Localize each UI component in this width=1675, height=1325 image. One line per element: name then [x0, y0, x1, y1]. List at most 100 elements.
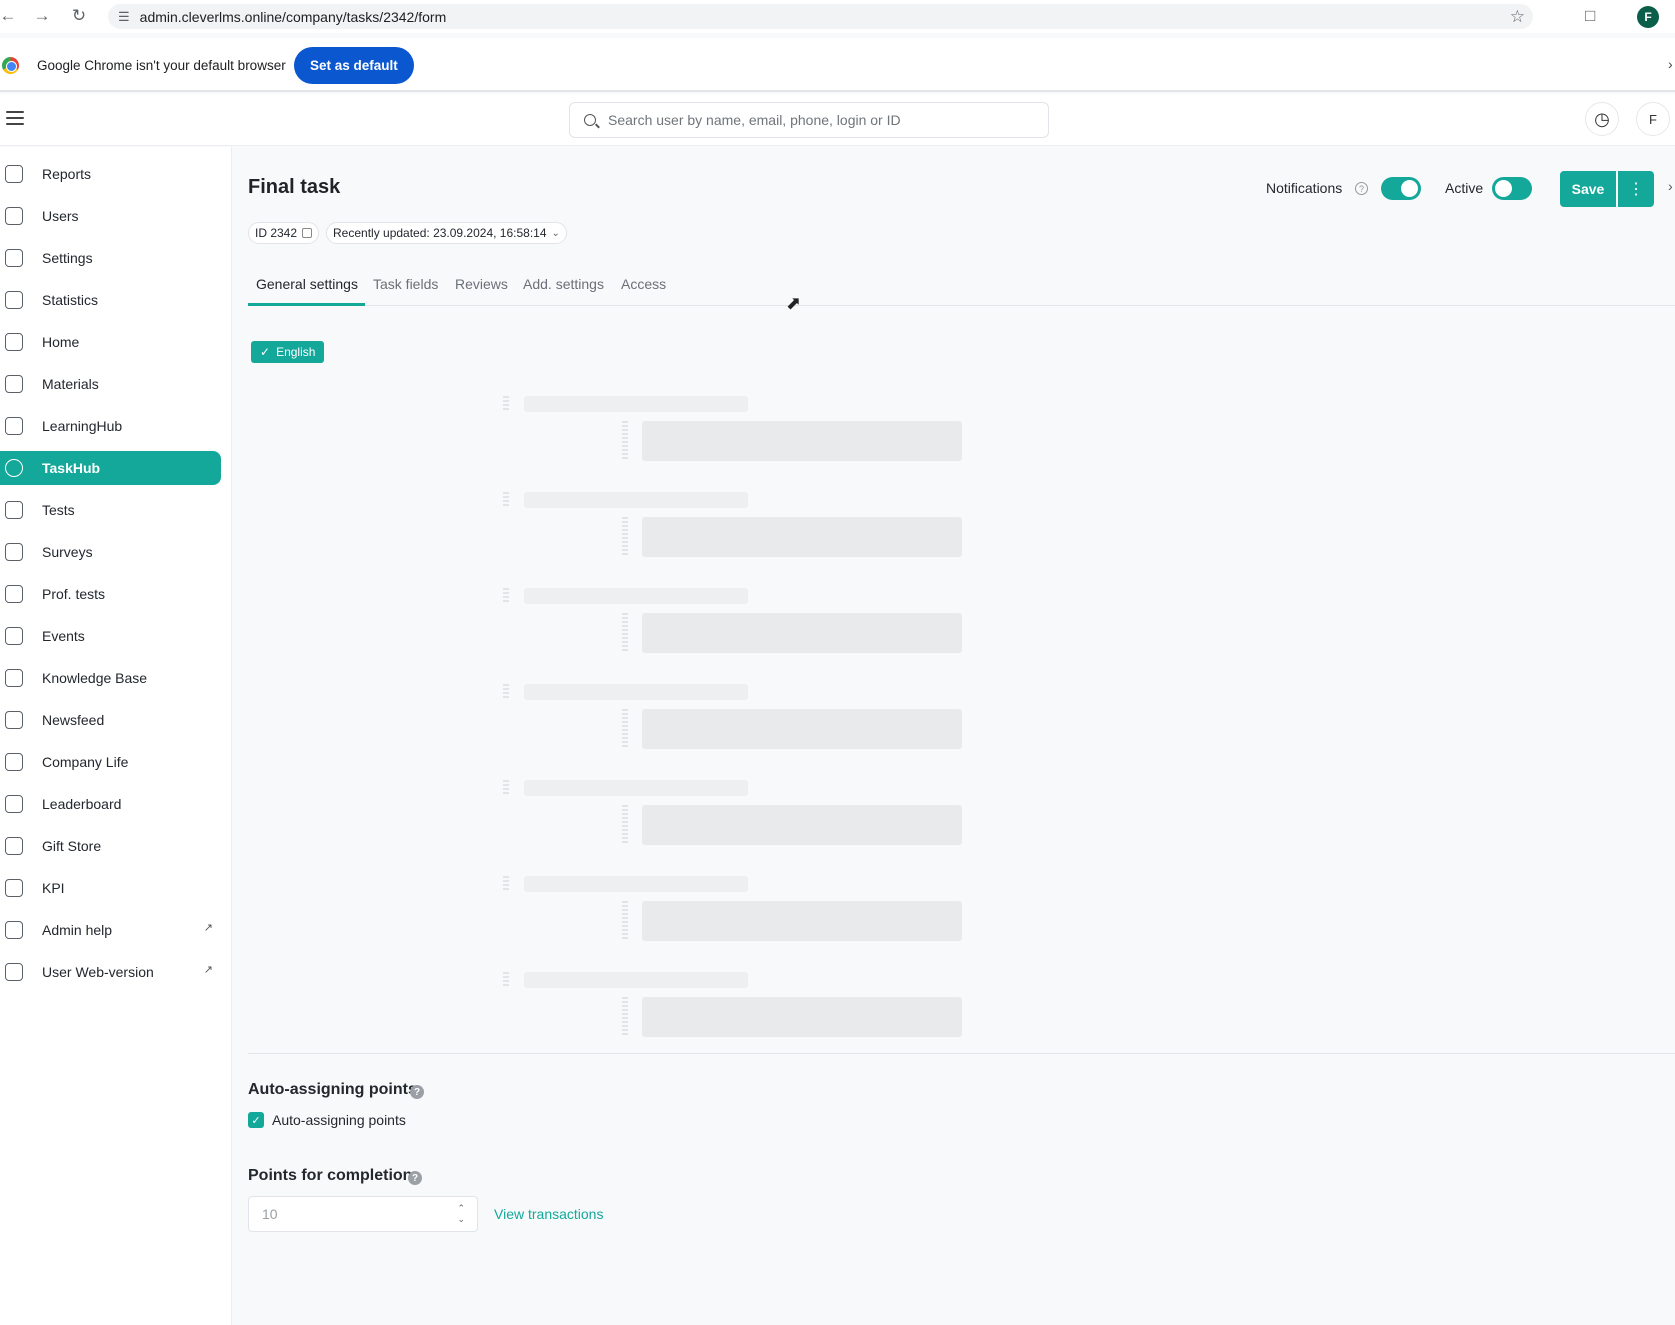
user-avatar[interactable]: F	[1636, 102, 1670, 136]
save-button[interactable]: Save	[1560, 171, 1616, 207]
notifications-toggle[interactable]	[1381, 177, 1421, 200]
tab-access[interactable]: Access	[621, 276, 666, 292]
recently-updated-chip[interactable]: Recently updated: 23.09.2024, 16:58:14 ⌄	[326, 222, 567, 244]
skeleton-bar	[524, 684, 748, 700]
search-icon	[584, 114, 596, 126]
sidebar-item-label: Knowledge Base	[42, 670, 148, 686]
sidebar-item-gift-store[interactable]: Gift Store	[0, 829, 221, 863]
sidebar-item-reports[interactable]: Reports	[0, 157, 221, 191]
view-transactions-link[interactable]: View transactions	[494, 1206, 603, 1222]
sidebar-item-learninghub[interactable]: LearningHub	[0, 409, 221, 443]
user-check-icon	[5, 585, 23, 603]
sidebar-item-tests[interactable]: Tests	[0, 493, 221, 527]
active-tab-indicator	[248, 303, 365, 306]
language-badge[interactable]: ✓ English	[251, 341, 325, 363]
default-browser-infobar: Google Chrome isn't your default browser…	[0, 38, 1675, 92]
copy-icon[interactable]	[302, 228, 313, 238]
trend-icon	[5, 879, 23, 897]
sidebar-item-home[interactable]: Home	[0, 325, 221, 359]
reload-icon[interactable]: ↻	[66, 3, 92, 29]
sidebar: Reports Users Settings Statistics Home Materi…	[0, 147, 232, 1325]
skeleton-bar	[622, 901, 628, 941]
skeleton-bar	[503, 780, 509, 796]
extensions-icon[interactable]: □	[1585, 6, 1605, 26]
browser-profile-avatar[interactable]: F	[1637, 6, 1659, 28]
page-title: Final task	[248, 176, 341, 198]
sidebar-item-kpi[interactable]: KPI	[0, 871, 221, 905]
sidebar-item-statistics[interactable]: Statistics	[0, 283, 221, 317]
skeleton-bar	[524, 780, 748, 796]
document-icon	[5, 375, 23, 393]
sidebar-item-label: Surveys	[42, 544, 93, 560]
sidebar-item-events[interactable]: Events	[0, 619, 221, 653]
sidebar-item-label: Settings	[42, 250, 93, 266]
sidebar-item-label: Company Life	[42, 754, 129, 770]
tab-task-fields[interactable]: Task fields	[373, 276, 438, 292]
tabs-bar: General settings Task fields Reviews Add…	[248, 270, 1675, 306]
auto-assigning-help-icon[interactable]: ?	[410, 1085, 424, 1099]
sidebar-item-company-life[interactable]: Company Life	[0, 745, 221, 779]
notifications-help-icon[interactable]: ?	[1355, 182, 1368, 195]
points-completion-help-icon[interactable]: ?	[408, 1171, 422, 1185]
external-link-icon: ↗	[203, 964, 213, 976]
auto-assigning-checkbox-label: Auto-assigning points	[272, 1112, 406, 1128]
sidebar-item-user-web-version[interactable]: User Web-version ↗	[0, 955, 221, 989]
forward-icon[interactable]: →	[29, 3, 55, 29]
tab-reviews[interactable]: Reviews	[455, 276, 508, 292]
survey-icon	[5, 543, 23, 561]
sidebar-item-label: Gift Store	[42, 838, 102, 854]
sidebar-item-label: Statistics	[42, 292, 99, 308]
sidebar-item-users[interactable]: Users	[0, 199, 221, 233]
sidebar-item-settings[interactable]: Settings	[0, 241, 221, 275]
sidebar-item-prof-tests[interactable]: Prof. tests	[0, 577, 221, 611]
skeleton-bar	[524, 492, 748, 508]
infobar-close-icon[interactable]: ›	[1668, 56, 1673, 72]
search-input[interactable]: Search user by name, email, phone, login…	[569, 102, 1049, 138]
tab-add-settings[interactable]: Add. settings	[523, 276, 604, 292]
stepper-icon[interactable]: ⌃ ⌄	[457, 1203, 465, 1225]
back-icon[interactable]: ←	[0, 3, 21, 29]
active-toggle[interactable]	[1492, 177, 1532, 200]
set-default-button[interactable]: Set as default	[294, 47, 414, 84]
collapse-arrow-icon[interactable]: ›	[1668, 178, 1673, 194]
chat-icon	[5, 711, 23, 729]
sidebar-item-leaderboard[interactable]: Leaderboard	[0, 787, 221, 821]
sidebar-item-materials[interactable]: Materials	[0, 367, 221, 401]
skeleton-bar	[524, 588, 748, 604]
external-link-icon: ↗	[203, 922, 213, 934]
browser-toolbar: ← → ↻ ☰ admin.cleverlms.online/company/t…	[0, 0, 1675, 33]
chevron-down-icon: ⌄	[551, 227, 560, 239]
address-bar[interactable]: ☰ admin.cleverlms.online/company/tasks/2…	[108, 4, 1533, 29]
history-icon[interactable]: ◷	[1585, 102, 1619, 136]
bookmark-star-icon[interactable]: ☆	[1510, 7, 1525, 27]
play-icon	[5, 753, 23, 771]
gear-icon	[5, 249, 23, 267]
sidebar-item-newsfeed[interactable]: Newsfeed	[0, 703, 221, 737]
points-input[interactable]: 10 ⌃ ⌄	[248, 1196, 478, 1232]
sidebar-item-label: Reports	[42, 166, 92, 182]
skeleton-bar	[524, 972, 748, 988]
id-chip[interactable]: ID 2342	[248, 222, 320, 244]
more-options-icon[interactable]: ⋮	[1618, 171, 1654, 207]
sidebar-item-admin-help[interactable]: Admin help ↗	[0, 913, 221, 947]
sidebar-item-label: Prof. tests	[42, 586, 106, 602]
section-divider	[248, 1053, 1675, 1054]
star-icon	[5, 921, 23, 939]
site-info-icon[interactable]: ☰	[118, 9, 130, 25]
skeleton-bar	[622, 421, 628, 461]
sidebar-item-knowledge-base[interactable]: Knowledge Base	[0, 661, 221, 695]
chart-icon	[5, 291, 23, 309]
users-icon	[5, 207, 23, 225]
tab-general-settings[interactable]: General settings	[256, 276, 358, 292]
skeleton-bar	[642, 901, 962, 941]
skeleton-bar	[524, 876, 748, 892]
sidebar-item-label: Leaderboard	[42, 796, 122, 812]
menu-icon[interactable]	[6, 111, 24, 125]
sidebar-item-label: TaskHub	[42, 460, 101, 476]
check-icon: ✓	[260, 345, 271, 359]
sidebar-item-surveys[interactable]: Surveys	[0, 535, 221, 569]
app-header: Search user by name, email, phone, login…	[0, 94, 1675, 146]
skeleton-bar	[642, 997, 962, 1037]
auto-assigning-checkbox[interactable]: ✓	[248, 1112, 264, 1128]
sidebar-item-taskhub[interactable]: TaskHub	[0, 451, 221, 485]
